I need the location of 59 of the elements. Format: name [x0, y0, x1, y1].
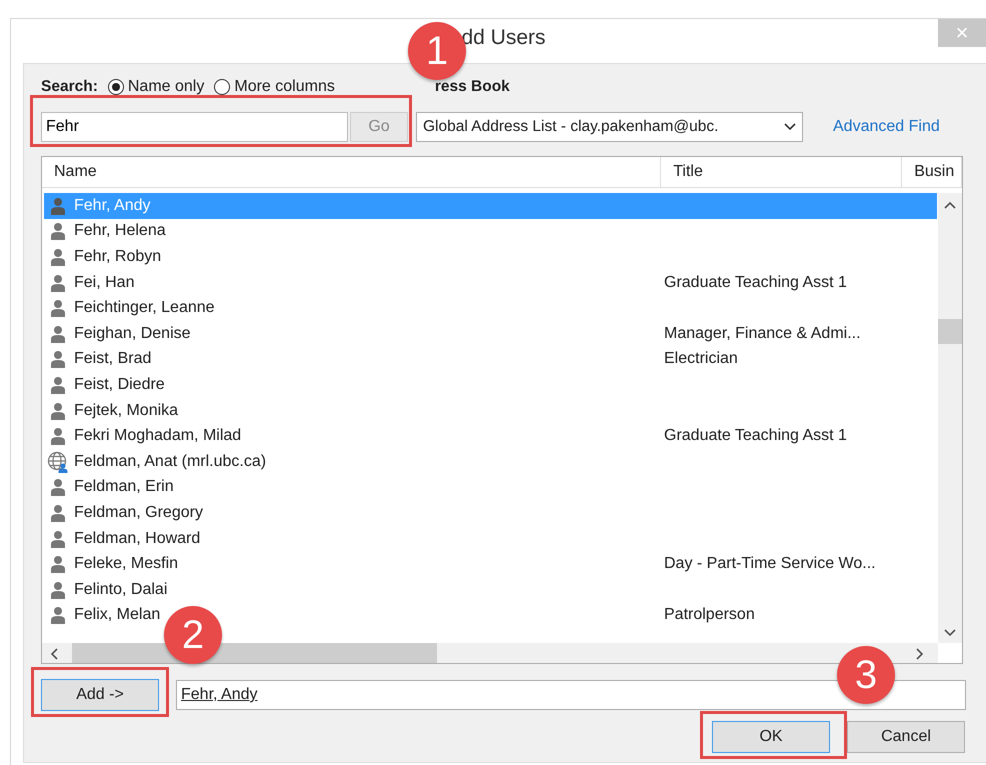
- chevron-up-icon[interactable]: [944, 201, 956, 209]
- title-cell: Manager, Finance & Admi...: [664, 324, 861, 343]
- name-cell: Fejtek, Monika: [74, 402, 178, 420]
- name-cell: Feldman, Gregory: [74, 504, 203, 522]
- name-cell: Feist, Diedre: [74, 376, 165, 394]
- name-cell: Fehr, Helena: [74, 222, 166, 240]
- chevron-right-icon[interactable]: [916, 648, 924, 660]
- name-cell: Feichtinger, Leanne: [74, 299, 215, 318]
- list-row[interactable]: Feleke, Mesfin Day - Part-Time Service Wo...: [44, 551, 937, 577]
- column-header[interactable]: Name: [42, 157, 662, 187]
- list-row[interactable]: Felinto, Dalai: [44, 576, 937, 602]
- name-cell: Feldman, Anat (mrl.ubc.ca): [74, 452, 266, 471]
- name-cell: Feldman, Howard: [74, 530, 200, 548]
- name-cell: Fekri Moghadam, Milad: [74, 427, 242, 446]
- name-cell: Fehr, Andy: [74, 196, 150, 215]
- name-cell: Feist, Brad: [74, 350, 152, 368]
- list-row[interactable]: Feldman, Erin: [44, 474, 937, 500]
- name-cell: Feighan, Denise: [74, 324, 191, 343]
- list-row[interactable]: Fehr, Robyn: [44, 244, 937, 270]
- column-header[interactable]: Busin: [902, 157, 962, 187]
- search-field[interactable]: Fehr: [41, 112, 348, 142]
- name-cell: Feldman, Erin: [74, 478, 174, 496]
- add-button[interactable]: Add ->: [41, 679, 159, 711]
- name-cell: Felix, Melan: [74, 606, 160, 624]
- list-row[interactable]: Feldman, Gregory: [44, 500, 937, 526]
- address-book-label: ress Book: [434, 78, 510, 96]
- advanced-find-link[interactable]: Advanced Find: [833, 118, 940, 136]
- list-row[interactable]: Fehr, Helena: [44, 218, 937, 244]
- list-row[interactable]: Feichtinger, Leanne: [44, 295, 937, 321]
- name-cell: Feleke, Mesfin: [74, 555, 178, 574]
- title-cell: Electrician: [664, 350, 738, 368]
- radio-button[interactable]: Name only: [108, 78, 204, 96]
- list-row[interactable]: Feldman, Howard: [44, 526, 937, 552]
- radio-button[interactable]: More columns: [214, 78, 335, 96]
- list-row[interactable]: Fejtek, Monika: [44, 398, 937, 424]
- vertical-scrollbar[interactable]: [938, 193, 962, 643]
- column-header[interactable]: Title: [661, 157, 902, 187]
- address-book-dropdown[interactable]: Global Address List - clay.pakenham@ubc.: [416, 112, 803, 142]
- ok-button[interactable]: OK: [712, 721, 830, 753]
- chevron-down-icon[interactable]: [944, 629, 956, 637]
- cancel-button[interactable]: Cancel: [847, 721, 965, 753]
- globe-person-icon: [47, 450, 69, 473]
- list-row[interactable]: Fekri Moghadam, Milad Graduate Teaching Asst 1: [44, 423, 937, 449]
- name-cell: Fei, Han: [74, 274, 134, 292]
- list-row[interactable]: Feist, Diedre: [44, 372, 937, 398]
- search-label: Search:: [41, 78, 98, 96]
- chevron-down-icon: [784, 123, 796, 131]
- title-cell: Day - Part-Time Service Wo...: [664, 555, 876, 574]
- title-cell: Patrolperson: [664, 606, 755, 624]
- name-cell: Felinto, Dalai: [74, 580, 168, 599]
- list-row[interactable]: Fei, Han Graduate Teaching Asst 1: [44, 270, 937, 296]
- title-cell: Graduate Teaching Asst 1: [664, 274, 847, 292]
- chevron-left-icon[interactable]: [50, 648, 58, 660]
- list-row[interactable]: Feist, Brad Electrician: [44, 346, 937, 372]
- title-cell: Graduate Teaching Asst 1: [664, 427, 847, 446]
- list-row[interactable]: Feighan, Denise Manager, Finance & Admi...: [44, 320, 937, 347]
- scrollbar-thumb[interactable]: [938, 319, 962, 344]
- list-row[interactable]: Feldman, Anat (mrl.ubc.ca): [44, 448, 937, 475]
- name-cell: Fehr, Robyn: [74, 248, 162, 266]
